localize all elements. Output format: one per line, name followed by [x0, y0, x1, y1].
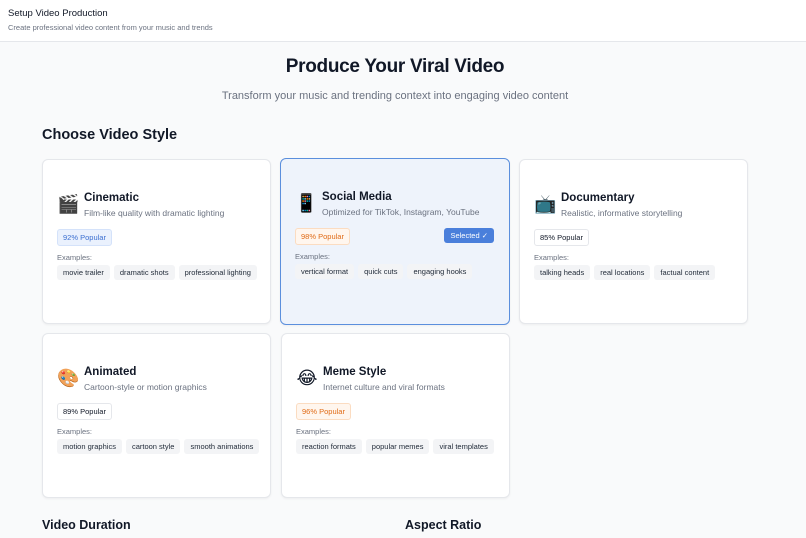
style-description: Optimized for TikTok, Instagram, YouTube	[322, 207, 480, 217]
example-tags: talking heads real locations factual con…	[534, 265, 739, 280]
examples-label: Examples:	[296, 427, 332, 436]
example-tag: professional lighting	[178, 265, 257, 280]
popularity-badge: 89% Popular	[57, 403, 112, 420]
style-description: Cartoon-style or motion graphics	[84, 382, 207, 392]
style-name: Documentary	[561, 192, 635, 204]
example-tags: motion graphics cartoon style smooth ani…	[57, 439, 262, 454]
examples-label: Examples:	[57, 253, 93, 262]
top-bar: Setup Video Production Create profession…	[0, 0, 806, 42]
examples-label: Examples:	[57, 427, 93, 436]
style-card-meme-style[interactable]: 😂 Meme Style Internet culture and viral …	[281, 333, 510, 498]
style-card-social-media[interactable]: 📱 Social Media Optimized for TikTok, Ins…	[280, 158, 510, 325]
laughing-face-icon: 😂	[296, 368, 318, 388]
example-tag: engaging hooks	[407, 264, 473, 279]
example-tag: movie trailer	[57, 265, 110, 280]
example-tag: quick cuts	[358, 264, 404, 279]
video-style-heading: Choose Video Style	[42, 127, 178, 143]
example-tag: factual content	[654, 265, 716, 280]
mobile-phone-icon: 📱	[295, 193, 318, 213]
example-tag: viral templates	[433, 439, 494, 454]
style-card-documentary[interactable]: 📺 Documentary Realistic, informative sto…	[519, 159, 748, 324]
style-card-cinematic[interactable]: 🎬 Cinematic Film-like quality with drama…	[42, 159, 271, 324]
example-tags: reaction formats popular memes viral tem…	[296, 439, 501, 454]
television-icon: 📺	[534, 194, 557, 214]
example-tag: motion graphics	[57, 439, 122, 454]
example-tag: real locations	[594, 265, 651, 280]
example-tag: dramatic shots	[113, 265, 175, 280]
popularity-badge: 98% Popular	[295, 228, 350, 245]
style-name: Animated	[84, 366, 137, 378]
hero-subtitle: Transform your music and trending contex…	[221, 90, 569, 102]
example-tag: reaction formats	[296, 439, 362, 454]
clapper-board-icon: 🎬	[57, 194, 80, 214]
examples-label: Examples:	[534, 253, 570, 262]
aspect-ratio-heading: Aspect Ratio	[405, 518, 482, 532]
page-header-title: Setup Video Production	[8, 8, 108, 19]
style-name: Cinematic	[84, 192, 139, 204]
style-card-animated[interactable]: 🎨 Animated Cartoon-style or motion graph…	[42, 333, 271, 498]
example-tag: popular memes	[365, 439, 430, 454]
selected-badge: Selected ✓	[444, 228, 494, 243]
popularity-badge: 92% Popular	[57, 229, 112, 246]
style-description: Realistic, informative storytelling	[561, 208, 683, 218]
examples-label: Examples:	[295, 252, 331, 261]
example-tag: vertical format	[295, 264, 355, 279]
style-name: Social Media	[322, 191, 392, 203]
hero-title: Produce Your Viral Video	[285, 56, 505, 77]
page-header-subtitle: Create professional video content from y…	[8, 23, 213, 32]
style-description: Film-like quality with dramatic lighting	[84, 208, 225, 218]
example-tag: cartoon style	[125, 439, 181, 454]
style-name: Meme Style	[323, 366, 387, 378]
example-tag: smooth animations	[184, 439, 260, 454]
example-tag: talking heads	[534, 265, 591, 280]
popularity-badge: 96% Popular	[296, 403, 351, 420]
artist-palette-icon: 🎨	[57, 368, 80, 388]
style-description: Internet culture and viral formats	[323, 382, 445, 392]
example-tags: movie trailer dramatic shots professiona…	[57, 265, 262, 280]
popularity-badge: 85% Popular	[534, 229, 589, 246]
video-duration-heading: Video Duration	[42, 518, 131, 532]
example-tags: vertical format quick cuts engaging hook…	[295, 264, 500, 279]
